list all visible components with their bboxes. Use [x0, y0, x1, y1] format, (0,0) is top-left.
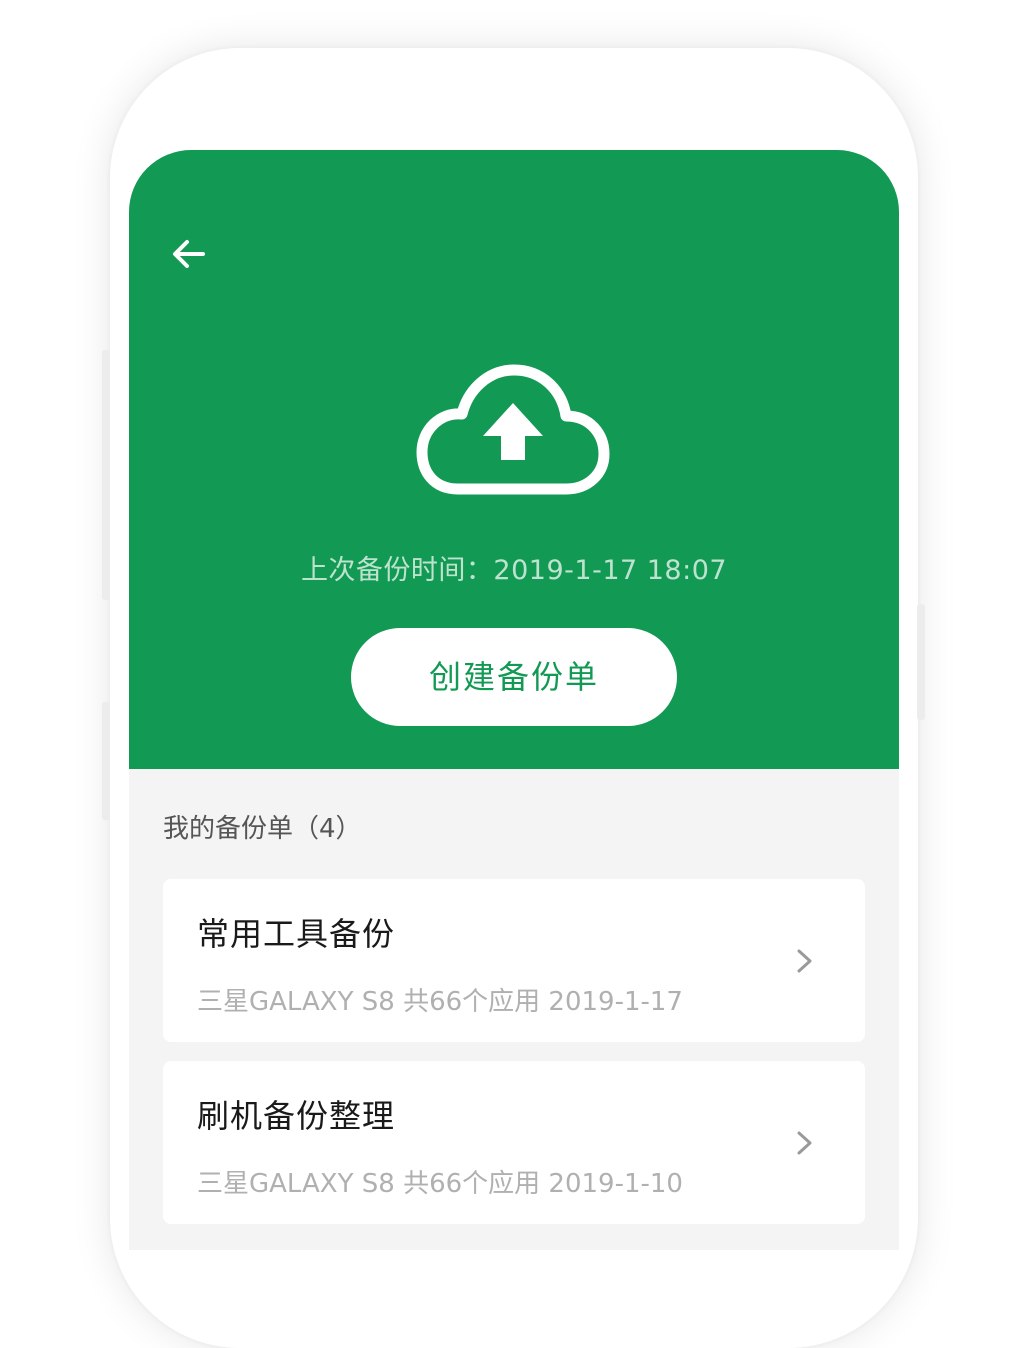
backup-header: 上次备份时间：2019-1-17 18:07 创建备份单: [129, 150, 899, 769]
backup-list-item[interactable]: 刷机备份整理 三星GALAXY S8 共66个应用 2019-1-10: [163, 1061, 865, 1224]
app-screen: 上次备份时间：2019-1-17 18:07 创建备份单 我的备份单（4） 常用…: [129, 150, 899, 1250]
back-button[interactable]: [167, 232, 211, 276]
backup-list-item[interactable]: 常用工具备份 三星GALAXY S8 共66个应用 2019-1-17: [163, 879, 865, 1042]
backup-title: 刷机备份整理: [197, 1097, 396, 1135]
backup-details: 三星GALAXY S8 共66个应用 2019-1-10: [197, 1169, 683, 1199]
last-backup-time: 上次备份时间：2019-1-17 18:07: [300, 555, 728, 586]
chevron-right-icon: [793, 947, 817, 975]
phone-side-button: [917, 604, 925, 720]
backup-title: 常用工具备份: [197, 915, 396, 953]
phone-side-button: [102, 702, 110, 820]
my-backups-title: 我的备份单（4）: [163, 814, 362, 844]
cloud-upload-icon: [414, 362, 612, 498]
create-backup-button[interactable]: 创建备份单: [351, 628, 677, 726]
chevron-right-icon: [793, 1129, 817, 1157]
phone-side-button: [102, 350, 110, 600]
arrow-left-icon: [173, 240, 205, 268]
backup-details: 三星GALAXY S8 共66个应用 2019-1-17: [197, 987, 683, 1017]
